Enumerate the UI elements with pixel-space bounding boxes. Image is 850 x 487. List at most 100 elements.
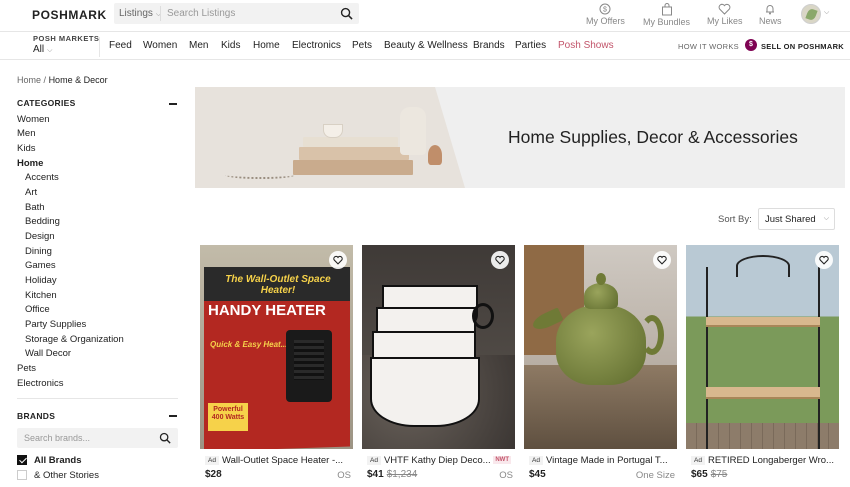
nav-posh-shows[interactable]: Posh Shows bbox=[558, 40, 614, 51]
nav-beauty-wellness[interactable]: Beauty & Wellness bbox=[384, 40, 468, 51]
banner-title: Home Supplies, Decor & Accessories bbox=[508, 127, 798, 147]
sidebar-subitem-accents[interactable]: Accents bbox=[25, 172, 59, 183]
sidebar-subitem-storage-organization[interactable]: Storage & Organization bbox=[25, 334, 124, 345]
sidebar-subitem-wall-decor[interactable]: Wall Decor bbox=[25, 348, 71, 359]
sidebar-item-pets[interactable]: Pets bbox=[17, 363, 36, 374]
search-icon[interactable] bbox=[159, 432, 171, 444]
posh-markets-dropdown[interactable]: All ⌵ bbox=[33, 44, 52, 55]
breadcrumb: Home / Home & Decor bbox=[17, 75, 108, 85]
search-bar[interactable]: Listings ⌵ Search Listings bbox=[114, 3, 359, 24]
nav-my-offers[interactable]: $ My Offers bbox=[586, 3, 625, 26]
like-button[interactable] bbox=[491, 251, 509, 269]
sidebar-subitem-bath[interactable]: Bath bbox=[25, 202, 45, 213]
sidebar-subitem-office[interactable]: Office bbox=[25, 304, 50, 315]
listing-title[interactable]: VHTF Kathy Diep Deco... bbox=[384, 455, 491, 466]
collapse-minus-icon[interactable] bbox=[169, 415, 177, 417]
like-button[interactable] bbox=[815, 251, 833, 269]
sidebar-subitem-holiday[interactable]: Holiday bbox=[25, 275, 57, 286]
sidebar-subitem-kitchen[interactable]: Kitchen bbox=[25, 290, 57, 301]
heater-device bbox=[286, 330, 332, 402]
search-icon[interactable] bbox=[340, 7, 353, 20]
listing-price: $41 $1,234 bbox=[367, 469, 418, 480]
like-button[interactable] bbox=[653, 251, 671, 269]
listing-image[interactable] bbox=[362, 245, 515, 449]
sidebar-subitem-games[interactable]: Games bbox=[25, 260, 56, 271]
chevron-down-icon[interactable]: ⌵ bbox=[824, 9, 829, 17]
user-avatar[interactable] bbox=[801, 4, 821, 24]
brand-label-other-stories[interactable]: & Other Stories bbox=[34, 470, 99, 481]
nav-electronics[interactable]: Electronics bbox=[292, 40, 341, 51]
top-bar: POSHMARK Listings ⌵ Search Listings $ My… bbox=[0, 0, 850, 30]
sidebar-item-kids[interactable]: Kids bbox=[17, 143, 35, 154]
svg-text:$: $ bbox=[603, 7, 607, 14]
sidebar-subitem-art[interactable]: Art bbox=[25, 187, 37, 198]
brand-label-all[interactable]: All Brands bbox=[34, 455, 82, 466]
shelf-frame bbox=[706, 267, 708, 449]
listing-image[interactable] bbox=[686, 245, 839, 449]
heart-icon bbox=[333, 255, 343, 265]
product-box-badge: Powerful 400 Watts bbox=[208, 403, 248, 431]
sort-value: Just Shared bbox=[765, 214, 816, 225]
shelf-board bbox=[706, 387, 820, 399]
listing-size: OS bbox=[499, 470, 513, 481]
sidebar-item-men[interactable]: Men bbox=[17, 128, 35, 139]
sidebar-item-electronics[interactable]: Electronics bbox=[17, 378, 63, 389]
avatar-image bbox=[805, 7, 818, 22]
listing-title[interactable]: Vintage Made in Portugal T... bbox=[546, 455, 668, 466]
brand-checkbox-all[interactable] bbox=[17, 455, 27, 465]
how-it-works-link[interactable]: HOW IT WORKS bbox=[678, 42, 739, 51]
nav-kids[interactable]: Kids bbox=[221, 40, 240, 51]
sidebar-subitem-bedding[interactable]: Bedding bbox=[25, 216, 60, 227]
banner-book bbox=[303, 137, 398, 147]
brand-search-input[interactable]: Search brands... bbox=[24, 433, 90, 443]
shelf-frame bbox=[818, 267, 820, 449]
ad-badge: Ad bbox=[205, 456, 219, 465]
ad-badge: Ad bbox=[367, 456, 381, 465]
nav-home[interactable]: Home bbox=[253, 40, 280, 51]
brand-search-field[interactable]: Search brands... bbox=[17, 428, 178, 448]
sort-label: Sort By: bbox=[718, 214, 752, 225]
listing-title-row: Ad Vintage Made in Portugal T... bbox=[529, 454, 677, 468]
nav-my-bundles[interactable]: My Bundles bbox=[643, 3, 690, 27]
nav-feed[interactable]: Feed bbox=[109, 40, 132, 51]
sidebar-subitem-dining[interactable]: Dining bbox=[25, 246, 52, 257]
nav-brands[interactable]: Brands bbox=[473, 40, 505, 51]
listing-original-price: $75 bbox=[710, 469, 728, 480]
nav-women[interactable]: Women bbox=[143, 40, 177, 51]
sidebar-subitem-design[interactable]: Design bbox=[25, 231, 55, 242]
nav-my-likes-label: My Likes bbox=[707, 16, 743, 26]
sidebar-item-women[interactable]: Women bbox=[17, 114, 50, 125]
nav-news-label: News bbox=[759, 16, 782, 26]
search-scope-dropdown[interactable]: Listings ⌵ bbox=[119, 8, 161, 19]
sidebar-item-home[interactable]: Home bbox=[17, 158, 43, 169]
brands-heading: BRANDS bbox=[17, 411, 56, 421]
bell-icon bbox=[766, 5, 775, 15]
listing-title[interactable]: RETIRED Longaberger Wro... bbox=[708, 455, 834, 466]
listing-size: One Size bbox=[635, 470, 675, 481]
cup-handle bbox=[472, 303, 494, 329]
nav-pets[interactable]: Pets bbox=[352, 40, 372, 51]
brand-checkbox-other-stories[interactable] bbox=[17, 470, 27, 480]
nav-news[interactable]: News bbox=[759, 3, 782, 26]
poshmark-logo[interactable]: POSHMARK bbox=[32, 8, 107, 22]
like-button[interactable] bbox=[329, 251, 347, 269]
sell-on-poshmark-link[interactable]: SELL ON POSHMARK bbox=[761, 42, 844, 51]
search-input[interactable]: Search Listings bbox=[167, 8, 235, 19]
posh-markets-label: POSH MARKETS bbox=[33, 34, 100, 43]
nav-divider bbox=[99, 37, 100, 57]
teapot-knob bbox=[596, 273, 606, 285]
listing-image[interactable]: The Wall-Outlet Space Heater! HANDY HEAT… bbox=[200, 245, 353, 449]
nav-my-likes[interactable]: My Likes bbox=[707, 3, 743, 26]
banner-book bbox=[293, 160, 413, 175]
shelf-board bbox=[706, 317, 820, 327]
listing-title-row: Ad RETIRED Longaberger Wro... bbox=[691, 454, 839, 468]
listing-image[interactable] bbox=[524, 245, 677, 449]
nav-parties[interactable]: Parties bbox=[515, 40, 546, 51]
sidebar-subitem-party-supplies[interactable]: Party Supplies bbox=[25, 319, 86, 330]
nav-men[interactable]: Men bbox=[189, 40, 208, 51]
banner-vase bbox=[400, 107, 426, 155]
breadcrumb-home[interactable]: Home bbox=[17, 75, 41, 85]
sort-dropdown[interactable]: Just Shared ⌵ bbox=[758, 208, 835, 230]
listing-title[interactable]: Wall-Outlet Space Heater -... bbox=[222, 455, 343, 466]
collapse-minus-icon[interactable] bbox=[169, 103, 177, 105]
